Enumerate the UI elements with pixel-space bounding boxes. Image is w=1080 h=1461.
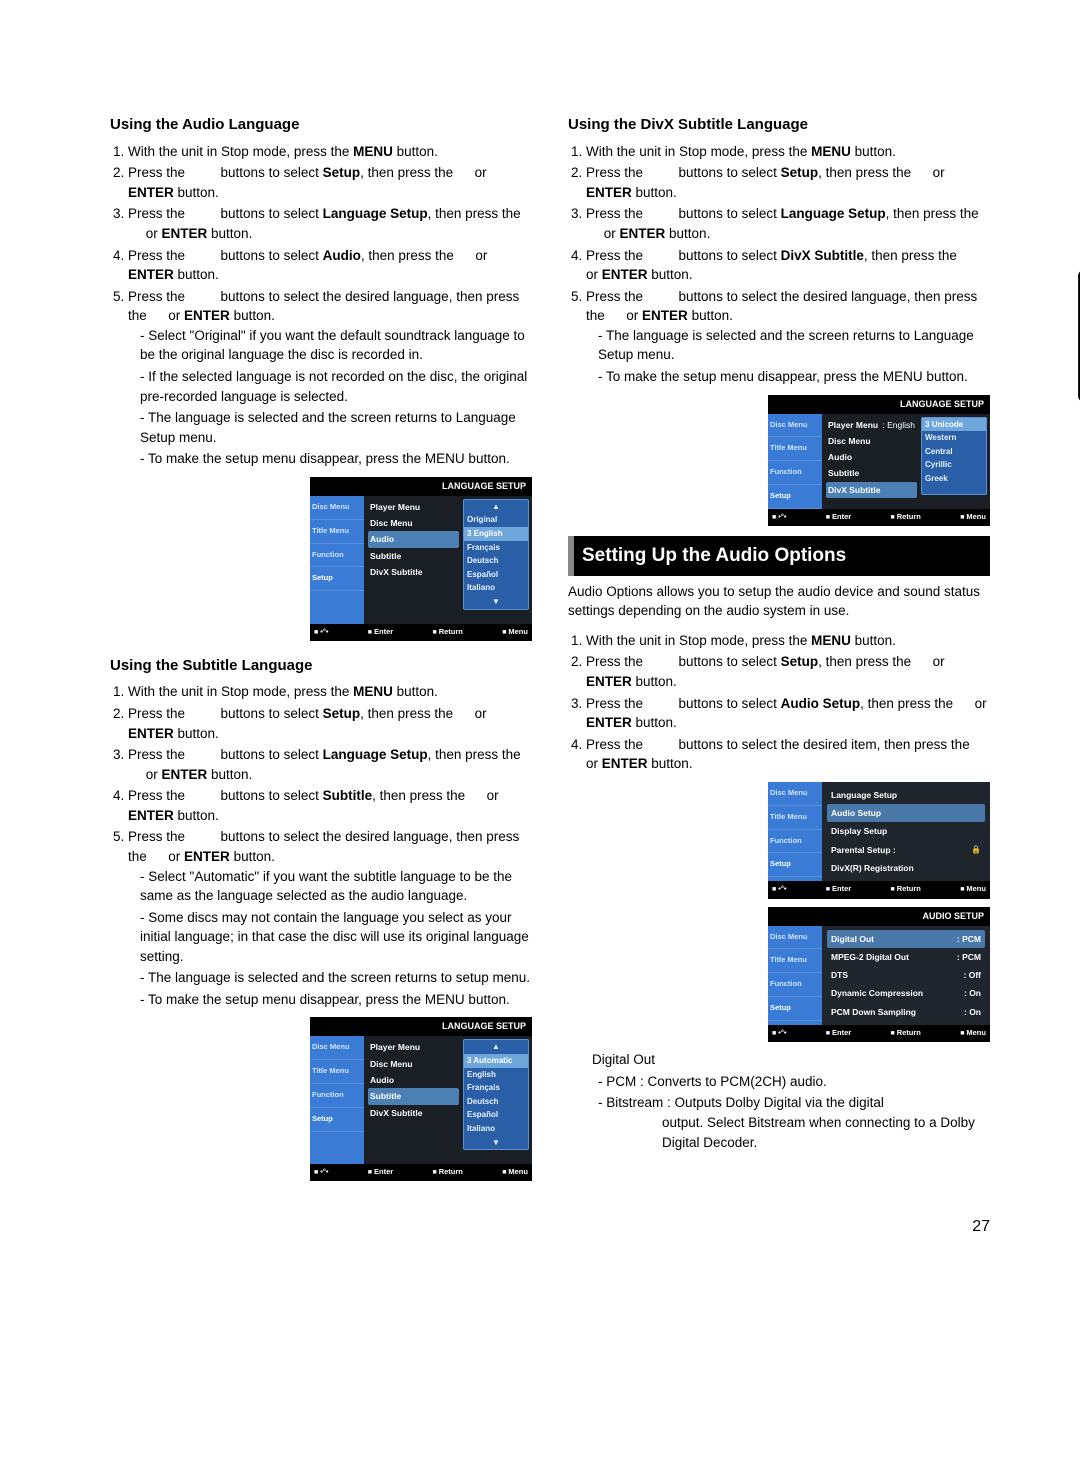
ao-step4: Press the buttons to select the desired … <box>586 735 990 774</box>
ao-step1: With the unit in Stop mode, press the ME… <box>586 631 990 651</box>
al-step4: Press the buttons to select Audio, then … <box>128 246 532 285</box>
sl-step2: Press the buttons to select Setup, then … <box>128 704 532 743</box>
sl-step3: Press the buttons to select Language Set… <box>128 745 532 784</box>
dx-step4: Press the buttons to select DivX Subtitl… <box>586 246 990 285</box>
ao-step3: Press the buttons to select Audio Setup,… <box>586 694 990 733</box>
dx-step5: Press the buttons to select the desired … <box>586 287 990 387</box>
dx-step1: With the unit in Stop mode, press the ME… <box>586 142 990 162</box>
audio-lang-heading: Using the Audio Language <box>110 114 532 136</box>
subtitle-lang-heading: Using the Subtitle Language <box>110 655 532 677</box>
digital-out-label: Digital Out <box>592 1050 990 1070</box>
page-number: 27 <box>110 1215 990 1238</box>
sl-step4: Press the buttons to select Subtitle, th… <box>128 786 532 825</box>
osd-language-setup-audio: LANGUAGE SETUP Disc Menu Title Menu Func… <box>310 477 532 641</box>
osd-setup-menu: Disc Menu Title Menu Function Setup Lang… <box>768 782 990 899</box>
ao-step2: Press the buttons to select Setup, then … <box>586 652 990 691</box>
audio-options-heading: Setting Up the Audio Options <box>568 536 990 576</box>
osd-language-setup-subtitle: LANGUAGE SETUP Disc Menu Title Menu Func… <box>310 1017 532 1181</box>
sl-step5: Press the buttons to select the desired … <box>128 827 532 1009</box>
al-step2: Press the buttons to select Setup, then … <box>128 163 532 202</box>
osd-language-setup-divx: LANGUAGE SETUP Disc Menu Title Menu Func… <box>768 395 990 527</box>
dx-step3: Press the buttons to select Language Set… <box>586 204 990 243</box>
osd-audio-setup: AUDIO SETUP Disc Menu Title Menu Functio… <box>768 907 990 1043</box>
digital-out-pcm: PCM : Converts to PCM(2CH) audio. <box>598 1072 990 1092</box>
digital-out-bitstream: Bitstream : Outputs Dolby Digital via th… <box>598 1093 990 1152</box>
sl-step1: With the unit in Stop mode, press the ME… <box>128 682 532 702</box>
divx-lang-heading: Using the DivX Subtitle Language <box>568 114 990 136</box>
audio-options-intro: Audio Options allows you to setup the au… <box>568 582 990 621</box>
al-step3: Press the buttons to select Language Set… <box>128 204 532 243</box>
lock-icon: 🔒 <box>971 844 981 856</box>
al-step5: Press the buttons to select the desired … <box>128 287 532 469</box>
dx-step2: Press the buttons to select Setup, then … <box>586 163 990 202</box>
al-step1: With the unit in Stop mode, press the ME… <box>128 142 532 162</box>
